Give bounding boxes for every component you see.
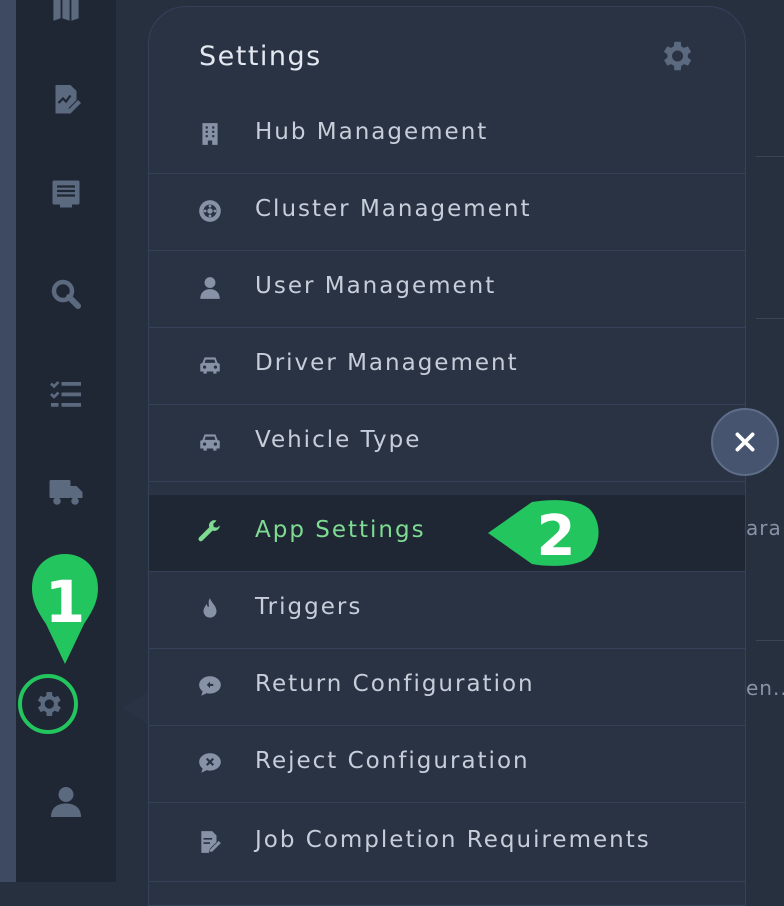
gear-icon xyxy=(657,37,695,75)
step-1-number: 1 xyxy=(45,568,85,636)
background-row-text: ara xyxy=(746,516,782,540)
menu-item-cluster-management[interactable]: Cluster Management xyxy=(149,174,745,251)
menu-item-vehicle-type[interactable]: Vehicle Type xyxy=(149,405,745,482)
menu-item-hub-management[interactable]: Hub Management xyxy=(149,97,745,174)
user-icon xyxy=(197,275,225,303)
step-2-number: 2 xyxy=(537,504,576,568)
menu-item-label: Hub Management xyxy=(255,119,489,145)
menu-item-driver-management[interactable]: Driver Management xyxy=(149,328,745,405)
wrench-icon xyxy=(197,519,225,547)
close-panel-button[interactable] xyxy=(711,408,779,476)
menu-item-return-configuration[interactable]: Return Configuration xyxy=(149,649,745,726)
user-icon[interactable] xyxy=(46,782,86,822)
return-bubble-icon xyxy=(197,673,225,701)
settings-panel: Settings Hub Management Cluster Manageme… xyxy=(148,6,746,906)
menu-item-job-completion-requirements[interactable]: Job Completion Requirements xyxy=(149,805,745,882)
report-edit-icon[interactable] xyxy=(46,80,86,120)
menu-item-label: App Settings xyxy=(255,517,426,543)
step-2-callout: 2 xyxy=(488,500,599,568)
checklist-icon[interactable] xyxy=(46,374,86,414)
car-icon xyxy=(197,429,225,457)
menu-item-label: Job Completion Requirements xyxy=(255,827,651,853)
background-row-text: en... xyxy=(746,676,784,700)
menu-item-label: User Management xyxy=(255,273,497,299)
menu-item-label: Triggers xyxy=(255,594,363,620)
doc-edit-icon xyxy=(197,829,225,857)
settings-gear-icon xyxy=(37,692,61,716)
menu-item-label: Driver Management xyxy=(255,350,519,376)
step-1-callout: 1 xyxy=(32,554,98,664)
search-icon[interactable] xyxy=(46,274,86,314)
menu-item-triggers[interactable]: Triggers xyxy=(149,572,745,649)
menu-item-app-settings[interactable]: App Settings xyxy=(149,495,745,572)
cluster-icon xyxy=(197,198,225,226)
fire-icon xyxy=(197,596,225,624)
receipt-icon[interactable] xyxy=(46,174,86,214)
panel-title: Settings xyxy=(199,41,322,72)
menu-item-label: Cluster Management xyxy=(255,196,532,222)
reject-bubble-icon xyxy=(197,750,225,778)
sidebar-settings-button[interactable] xyxy=(18,674,78,734)
menu-item-label: Return Configuration xyxy=(255,671,535,697)
sidebar xyxy=(16,0,116,882)
truck-icon[interactable] xyxy=(46,472,86,512)
close-icon xyxy=(735,432,755,452)
building-icon xyxy=(197,121,225,149)
map-icon[interactable] xyxy=(46,0,86,30)
car-icon xyxy=(197,352,225,380)
menu-item-reject-configuration[interactable]: Reject Configuration xyxy=(149,726,745,803)
window-left-edge xyxy=(0,0,16,882)
menu-item-label: Reject Configuration xyxy=(255,748,530,774)
menu-item-label: Vehicle Type xyxy=(255,427,422,453)
menu-item-user-management[interactable]: User Management xyxy=(149,251,745,328)
